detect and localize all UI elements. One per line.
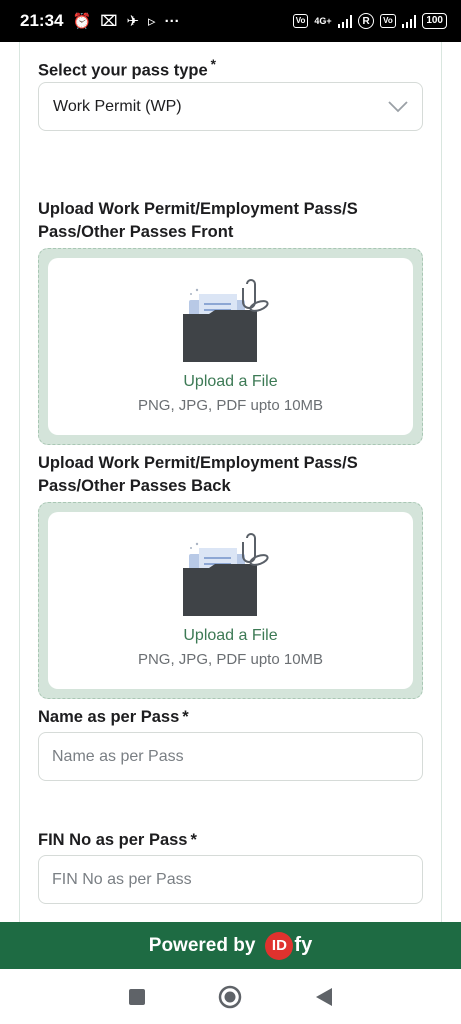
fin-label-text: FIN No as per Pass: [38, 831, 188, 849]
signal-icon: [337, 14, 353, 28]
upload-back-hint: PNG, JPG, PDF upto 10MB: [137, 651, 324, 668]
upload-front-title[interactable]: Upload a File: [48, 373, 413, 391]
chevron-down-icon: [388, 100, 408, 112]
folder-icon: [182, 533, 269, 616]
status-time: 21:34: [20, 11, 64, 30]
status-bar: 21:34 ⏰ ⌧ ✈ ▹ ··· Vo 4G+ R Vo 100: [0, 0, 461, 42]
idfy-logo-text: fy: [294, 934, 313, 956]
idfy-logo-badge: ID: [265, 931, 294, 960]
fin-input[interactable]: [38, 855, 423, 904]
roaming-icon: R: [358, 13, 375, 29]
home-button[interactable]: [218, 985, 242, 1009]
network-type: 4G+: [314, 16, 332, 26]
powered-by-footer: Powered by ID fy: [0, 922, 461, 969]
upload-back-inner: Upload a File PNG, JPG, PDF upto 10MB: [48, 512, 413, 689]
bird-icon: ✈: [126, 13, 140, 30]
name-label-text: Name as per Pass: [38, 708, 180, 726]
required-marker: *: [190, 831, 197, 849]
alarm-icon: ⏰: [72, 13, 92, 30]
required-marker: *: [182, 708, 189, 726]
back-button[interactable]: [312, 985, 336, 1009]
upload-back-label: Upload Work Permit/Employment Pass/S Pas…: [38, 454, 358, 495]
battery-icon: 100: [422, 13, 447, 29]
play-icon: ▹: [148, 13, 156, 30]
notification-icon: ⌧: [100, 13, 118, 30]
upload-front-dropzone[interactable]: Upload a File PNG, JPG, PDF upto 10MB: [38, 248, 423, 445]
required-marker: *: [210, 57, 217, 72]
square-icon: [128, 988, 145, 1005]
fin-label: FIN No as per Pass *: [38, 829, 197, 852]
system-nav-bar: [0, 969, 461, 1024]
upload-back-dropzone[interactable]: Upload a File PNG, JPG, PDF upto 10MB: [38, 502, 423, 699]
powered-by-text: Powered by: [148, 934, 256, 956]
more-icon: ···: [164, 12, 180, 30]
upload-front-hint: PNG, JPG, PDF upto 10MB: [137, 397, 324, 414]
signal-icon-2: [401, 14, 417, 28]
back-triangle-icon: [316, 987, 333, 1006]
pass-type-label: Select your pass type *: [38, 53, 216, 83]
folder-icon: [182, 279, 269, 362]
upload-back-title[interactable]: Upload a File: [48, 627, 413, 645]
pass-type-select[interactable]: Work Permit (WP): [38, 82, 423, 131]
name-label: Name as per Pass *: [38, 706, 189, 729]
name-input[interactable]: [38, 732, 423, 781]
upload-front-label: Upload Work Permit/Employment Pass/S Pas…: [38, 200, 358, 241]
home-circle-icon: [219, 985, 242, 1008]
pass-type-label-text: Select your pass type: [38, 61, 208, 80]
pass-type-selected: Work Permit (WP): [53, 97, 182, 115]
upload-front-inner: Upload a File PNG, JPG, PDF upto 10MB: [48, 258, 413, 435]
idfy-logo: ID fy: [265, 931, 313, 960]
volte-icon: Vo: [292, 14, 309, 28]
volte-icon-2: Vo: [380, 14, 396, 28]
recents-button[interactable]: [125, 985, 149, 1009]
